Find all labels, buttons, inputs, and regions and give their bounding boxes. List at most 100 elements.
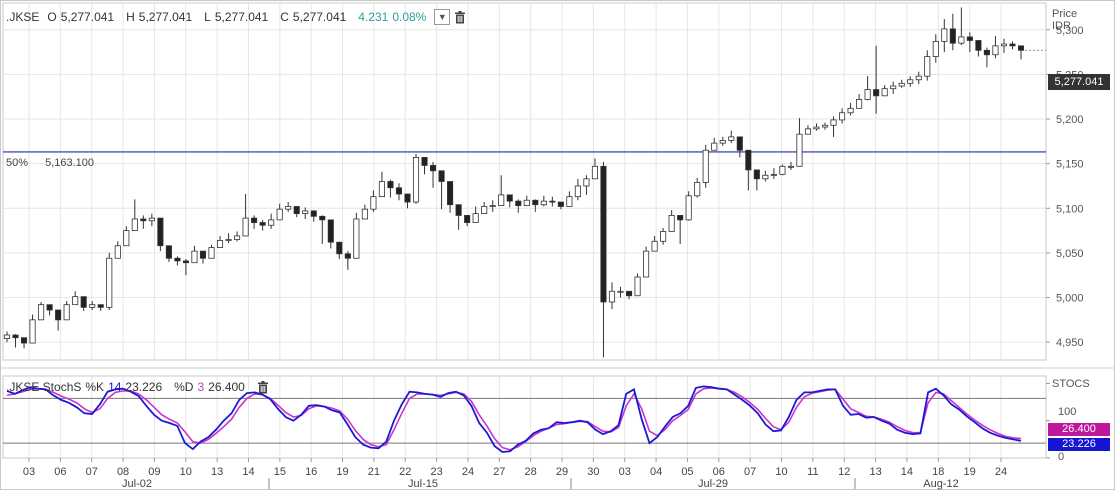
candle-body bbox=[472, 213, 479, 223]
x-day-label: 13 bbox=[211, 466, 223, 478]
candle-body bbox=[251, 217, 258, 223]
candle-body bbox=[182, 260, 189, 264]
x-day-label: 14 bbox=[242, 466, 254, 478]
candle-body bbox=[80, 296, 87, 308]
candle-body bbox=[123, 230, 130, 247]
candle-body bbox=[302, 210, 309, 215]
candle-body bbox=[12, 334, 19, 339]
trash-icon[interactable] bbox=[454, 10, 466, 24]
candle-body bbox=[199, 250, 207, 259]
candle-body bbox=[515, 200, 522, 206]
chevron-down-icon[interactable]: ▼ bbox=[434, 9, 451, 25]
candle-body bbox=[489, 205, 496, 207]
candle-body bbox=[958, 36, 965, 44]
candle-body bbox=[523, 199, 530, 206]
candle-body bbox=[821, 124, 829, 128]
candle-body bbox=[796, 133, 803, 167]
price-pane bbox=[2, 2, 1047, 361]
candle-body bbox=[839, 112, 846, 121]
candle-body bbox=[319, 215, 326, 221]
x-day-label: 15 bbox=[274, 466, 286, 478]
candle-body bbox=[685, 195, 692, 221]
y-tick-label: 4,950 bbox=[1056, 337, 1084, 349]
x-day-label: 04 bbox=[650, 466, 662, 478]
price-legend: .JKSE O 5,277.041 H 5,277.041 L 5,277.04… bbox=[6, 9, 466, 25]
candle-body bbox=[625, 290, 633, 297]
candle-body bbox=[549, 200, 556, 203]
x-day-label: 19 bbox=[336, 466, 348, 478]
x-day-label: 08 bbox=[117, 466, 129, 478]
candle-body bbox=[106, 257, 113, 308]
x-day-label: 16 bbox=[305, 466, 317, 478]
candle-body bbox=[1017, 45, 1025, 51]
candle-body bbox=[591, 165, 598, 180]
candle bbox=[412, 153, 420, 204]
candle-body bbox=[890, 85, 897, 90]
candle-body bbox=[949, 28, 956, 44]
x-day-label: 03 bbox=[23, 466, 35, 478]
candle-body bbox=[336, 241, 343, 255]
x-day-label: 10 bbox=[180, 466, 192, 478]
candle-body bbox=[412, 157, 420, 203]
candle-body bbox=[762, 174, 769, 180]
candle-body bbox=[574, 185, 581, 198]
candle-body bbox=[165, 245, 172, 259]
candle-body bbox=[847, 107, 854, 114]
candle-body bbox=[148, 217, 155, 222]
candle-body bbox=[387, 181, 394, 189]
x-day-label: 19 bbox=[964, 466, 976, 478]
x-day-label: 03 bbox=[619, 466, 631, 478]
candle-body bbox=[770, 173, 777, 176]
stoch-tick-100: 100 bbox=[1058, 406, 1077, 418]
stoch-k-label: %K bbox=[85, 380, 105, 394]
candle-body bbox=[234, 235, 241, 240]
x-day-label: 29 bbox=[556, 466, 568, 478]
last-price-badge: 5,277.041 bbox=[1048, 74, 1110, 90]
chart-canvas[interactable]: 4,9505,0005,0505,1005,1505,2005,2505,300… bbox=[0, 0, 1115, 490]
x-day-label: 13 bbox=[869, 466, 881, 478]
candle-body bbox=[1000, 43, 1007, 47]
fib-value: 5,163.100 bbox=[45, 157, 95, 169]
candle-body bbox=[932, 40, 939, 57]
candle-body bbox=[719, 140, 726, 144]
stoch-d-badge: 26.400 bbox=[1048, 423, 1110, 436]
x-day-label: 14 bbox=[901, 466, 913, 478]
stoch-tick-0: 0 bbox=[1058, 451, 1065, 463]
candle-body bbox=[753, 169, 760, 180]
candle-body bbox=[1009, 43, 1016, 47]
price-axis-currency: IDR bbox=[1052, 20, 1071, 32]
candle-body bbox=[660, 231, 667, 242]
candle-body bbox=[3, 334, 11, 339]
candle-body bbox=[21, 337, 28, 344]
candle-body bbox=[566, 196, 573, 207]
x-month-label: Jul-29 bbox=[698, 478, 728, 490]
candle-body bbox=[131, 218, 138, 231]
candle-body bbox=[608, 290, 616, 303]
legend-open-label: O bbox=[47, 10, 57, 24]
candle-body bbox=[481, 206, 488, 215]
legend-close-label: C bbox=[280, 10, 289, 24]
x-day-label: 11 bbox=[807, 466, 818, 478]
candle-body bbox=[557, 201, 564, 207]
candle bbox=[779, 164, 786, 176]
candle-body bbox=[864, 89, 871, 100]
trash-icon[interactable] bbox=[257, 380, 269, 394]
x-month-label: Aug-12 bbox=[923, 478, 958, 490]
stoch-d-label: %D bbox=[174, 380, 194, 394]
candle-body bbox=[668, 215, 675, 232]
candle-body bbox=[898, 82, 905, 87]
candle-body bbox=[634, 276, 641, 297]
fib-percent: 50% bbox=[6, 157, 29, 169]
x-day-label: 12 bbox=[838, 466, 850, 478]
candle-body bbox=[268, 219, 275, 226]
legend-symbol: .JKSE bbox=[6, 10, 40, 24]
x-day-label: 10 bbox=[775, 466, 787, 478]
candle-body bbox=[310, 210, 317, 217]
x-day-label: 30 bbox=[587, 466, 599, 478]
candle-body bbox=[907, 79, 914, 84]
candle-body bbox=[259, 222, 266, 226]
stoch-legend: .JKSE StochS %K 14 23.226 %D 3 26.400 bbox=[6, 380, 269, 394]
x-day-label: 27 bbox=[493, 466, 505, 478]
candle-body bbox=[941, 28, 948, 42]
legend-high-value: 5,277.041 bbox=[138, 10, 193, 24]
